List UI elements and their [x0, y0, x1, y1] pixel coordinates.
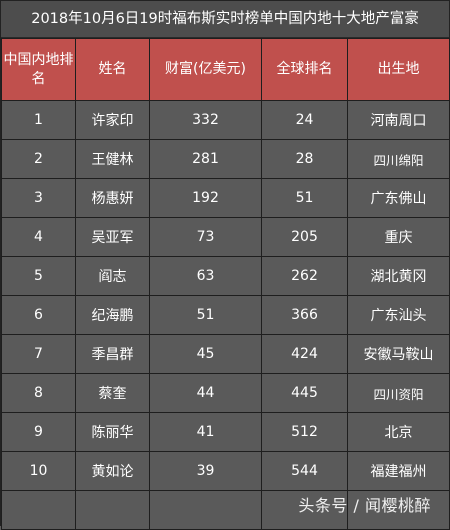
cell-birthplace: 重庆 [347, 217, 450, 257]
cell-birthplace: 湖北黄冈 [347, 256, 450, 296]
empty-cell [149, 490, 262, 530]
ranking-table: 中国内地排名 姓名 财富(亿美元) 全球排名 出生地 1 许家印 332 24 河南周口… [1, 38, 450, 530]
table-row: 7 季昌群 45 424 安徽马鞍山 [1, 334, 450, 374]
cell-global-rank: 445 [261, 373, 348, 413]
cell-name: 吴亚军 [75, 217, 150, 257]
cell-name: 纪海鹏 [75, 295, 150, 335]
cell-name: 陈丽华 [75, 412, 150, 452]
cell-birthplace: 北京 [347, 412, 450, 452]
cell-birthplace: 四川绵阳 [347, 139, 450, 179]
empty-cell [1, 490, 76, 530]
header-rank: 中国内地排名 [1, 38, 76, 101]
table-row: 3 杨惠妍 192 51 广东佛山 [1, 178, 450, 218]
watermark: 头条号 / 闻樱桃醉 [298, 496, 431, 515]
cell-global-rank: 205 [261, 217, 348, 257]
table-row: 5 阎志 63 262 湖北黄冈 [1, 256, 450, 296]
cell-wealth: 332 [149, 100, 262, 140]
header-row: 中国内地排名 姓名 财富(亿美元) 全球排名 出生地 [1, 38, 450, 101]
cell-wealth: 281 [149, 139, 262, 179]
cell-rank: 5 [1, 256, 76, 296]
cell-global-rank: 262 [261, 256, 348, 296]
cell-rank: 3 [1, 178, 76, 218]
cell-name: 杨惠妍 [75, 178, 150, 218]
cell-rank: 8 [1, 373, 76, 413]
cell-birthplace: 河南周口 [347, 100, 450, 140]
cell-birthplace: 广东佛山 [347, 178, 450, 218]
table-row: 1 许家印 332 24 河南周口 [1, 100, 450, 140]
cell-global-rank: 424 [261, 334, 348, 374]
cell-rank: 1 [1, 100, 76, 140]
table-row: 2 王健林 281 28 四川绵阳 [1, 139, 450, 179]
table-row: 4 吴亚军 73 205 重庆 [1, 217, 450, 257]
table-row: 9 陈丽华 41 512 北京 [1, 412, 450, 452]
cell-global-rank: 28 [261, 139, 348, 179]
cell-wealth: 39 [149, 451, 262, 491]
cell-rank: 6 [1, 295, 76, 335]
cell-rank: 2 [1, 139, 76, 179]
cell-wealth: 63 [149, 256, 262, 296]
table-row: 8 蔡奎 44 445 四川资阳 [1, 373, 450, 413]
cell-birthplace: 广东汕头 [347, 295, 450, 335]
cell-wealth: 51 [149, 295, 262, 335]
cell-name: 黄如论 [75, 451, 150, 491]
cell-birthplace: 福建福州 [347, 451, 450, 491]
cell-global-rank: 24 [261, 100, 348, 140]
cell-name: 许家印 [75, 100, 150, 140]
cell-rank: 10 [1, 451, 76, 491]
ranking-sheet: 2018年10月6日19时福布斯实时榜单中国内地十大地产富豪 中国内地排名 姓名… [0, 0, 450, 530]
cell-name: 阎志 [75, 256, 150, 296]
cell-rank: 4 [1, 217, 76, 257]
cell-name: 蔡奎 [75, 373, 150, 413]
cell-birthplace: 四川资阳 [347, 373, 450, 413]
header-global-rank: 全球排名 [261, 38, 348, 101]
cell-wealth: 45 [149, 334, 262, 374]
cell-global-rank: 366 [261, 295, 348, 335]
header-name: 姓名 [75, 38, 150, 101]
cell-global-rank: 512 [261, 412, 348, 452]
cell-wealth: 73 [149, 217, 262, 257]
cell-name: 季昌群 [75, 334, 150, 374]
cell-global-rank: 544 [261, 451, 348, 491]
cell-birthplace: 安徽马鞍山 [347, 334, 450, 374]
cell-wealth: 41 [149, 412, 262, 452]
cell-wealth: 44 [149, 373, 262, 413]
table-row: 6 纪海鹏 51 366 广东汕头 [1, 295, 450, 335]
cell-rank: 7 [1, 334, 76, 374]
empty-cell [75, 490, 150, 530]
table-title: 2018年10月6日19时福布斯实时榜单中国内地十大地产富豪 [1, 1, 449, 38]
table-row: 10 黄如论 39 544 福建福州 [1, 451, 450, 491]
cell-global-rank: 51 [261, 178, 348, 218]
header-wealth: 财富(亿美元) [149, 38, 262, 101]
cell-name: 王健林 [75, 139, 150, 179]
cell-rank: 9 [1, 412, 76, 452]
cell-wealth: 192 [149, 178, 262, 218]
header-birthplace: 出生地 [347, 38, 450, 101]
